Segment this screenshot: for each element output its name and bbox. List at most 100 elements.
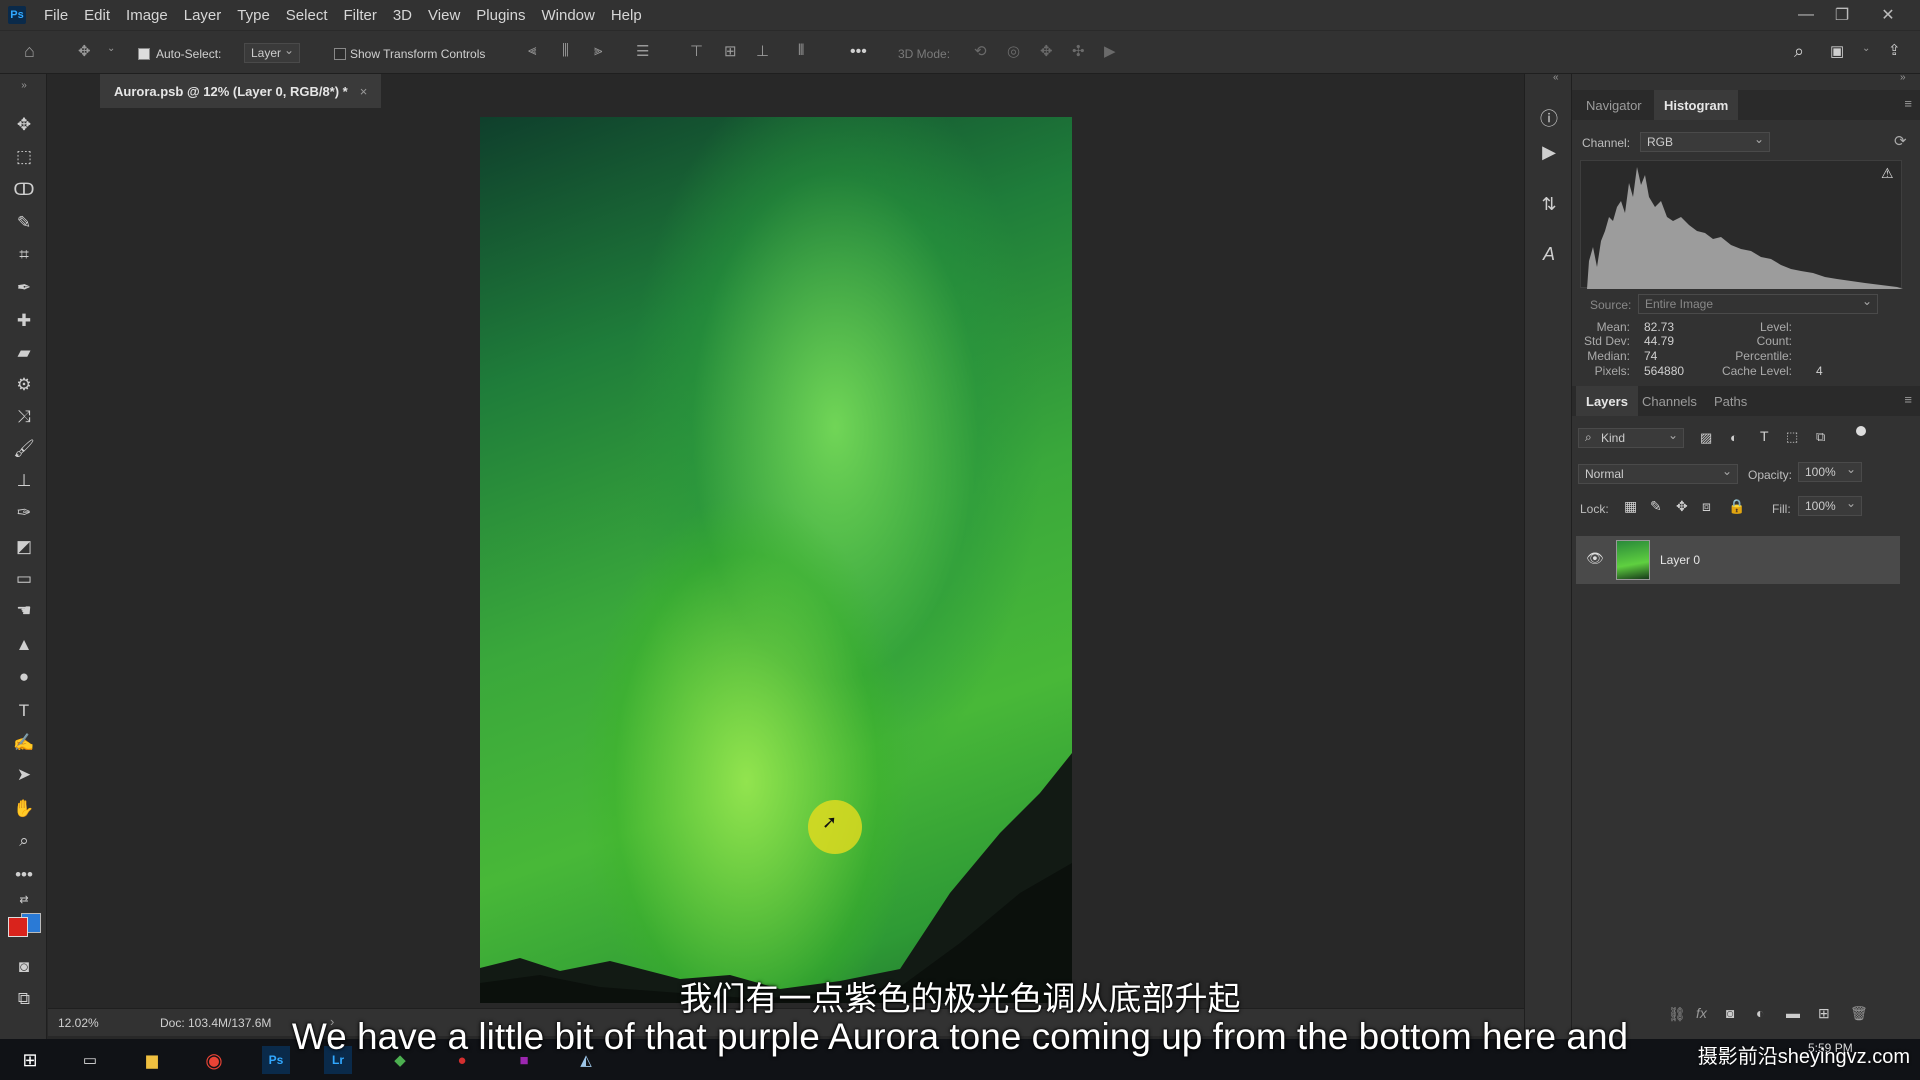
menu-filter[interactable]: Filter xyxy=(336,7,385,24)
tab-layers[interactable]: Layers xyxy=(1576,386,1638,416)
edit-toolbar-icon[interactable]: ••• xyxy=(10,862,38,888)
filter-pixel-icon[interactable]: ▨ xyxy=(1700,430,1712,446)
filter-adjustment-icon[interactable]: ◐ xyxy=(1730,430,1738,445)
chevron-down-icon[interactable]: ⌄ xyxy=(1862,43,1870,54)
lock-transparent-icon[interactable]: ▦ xyxy=(1624,498,1637,515)
align-middle-icon[interactable]: ⊞ xyxy=(724,42,737,60)
filter-shape-icon[interactable]: ⬚ xyxy=(1786,429,1798,445)
menu-view[interactable]: View xyxy=(420,7,468,24)
channel-dropdown[interactable]: RGB xyxy=(1640,132,1770,152)
distribute-vertical-icon[interactable]: ⫴ xyxy=(798,42,804,59)
smudge-tool-icon[interactable]: ☚ xyxy=(10,598,38,624)
minimize-button[interactable]: — xyxy=(1788,0,1824,30)
workspace-icon[interactable]: ▣ xyxy=(1830,42,1844,60)
tab-channels[interactable]: Channels xyxy=(1632,386,1707,416)
auto-select-checkbox[interactable] xyxy=(138,48,150,60)
character-icon[interactable]: A xyxy=(1537,242,1561,266)
brush-tool-icon[interactable]: 🖌 xyxy=(10,436,38,462)
dodge-tool-icon[interactable]: ● xyxy=(10,664,38,690)
filter-type-icon[interactable]: T xyxy=(1760,428,1769,444)
lock-artboard-icon[interactable]: ⧈ xyxy=(1702,498,1711,515)
properties-icon[interactable]: ⇅ xyxy=(1537,192,1561,216)
close-button[interactable]: ✕ xyxy=(1870,0,1906,30)
lock-position-icon[interactable]: ✥ xyxy=(1676,498,1688,515)
expand-icon[interactable]: « xyxy=(1553,72,1559,83)
lock-all-icon[interactable]: 🔒 xyxy=(1728,498,1745,515)
healing-brush-tool-icon[interactable]: ✚ xyxy=(10,308,38,334)
layer-name[interactable]: Layer 0 xyxy=(1660,553,1700,567)
actions-play-icon[interactable]: ▶ xyxy=(1537,140,1561,164)
chevron-down-icon[interactable]: ⌄ xyxy=(107,43,115,54)
blend-mode-dropdown[interactable]: Normal xyxy=(1578,464,1738,484)
3d-roll-icon[interactable]: ◎ xyxy=(1007,42,1020,60)
sharpen-tool-icon[interactable]: ▲ xyxy=(10,632,38,658)
distribute-icon[interactable]: ☰ xyxy=(636,42,649,60)
menu-layer[interactable]: Layer xyxy=(176,7,230,24)
menu-help[interactable]: Help xyxy=(603,7,650,24)
3d-orbit-icon[interactable]: ⟲ xyxy=(974,42,987,60)
crop-tool-icon[interactable]: ⌗ xyxy=(10,242,38,268)
eyedropper-tool-icon[interactable]: ✒ xyxy=(10,275,38,301)
share-icon[interactable]: ⇪ xyxy=(1888,41,1901,59)
panel-menu-icon[interactable]: ≡ xyxy=(1904,96,1912,111)
clone-stamp-tool-icon[interactable]: ⊥ xyxy=(10,468,38,494)
menu-file[interactable]: File xyxy=(36,7,76,24)
kind-filter-dropdown[interactable]: ⌕ Kind xyxy=(1578,428,1684,448)
3d-pan-icon[interactable]: ✥ xyxy=(1040,42,1053,60)
aurora-image[interactable] xyxy=(480,117,1072,1003)
pen-tool-icon[interactable]: ✍ xyxy=(10,730,38,756)
align-right-icon[interactable]: ⫸ xyxy=(594,42,602,59)
menu-select[interactable]: Select xyxy=(278,7,336,24)
move-tool-icon[interactable]: ✥ xyxy=(78,42,91,60)
foreground-color-swatch[interactable] xyxy=(8,917,28,937)
tab-navigator[interactable]: Navigator xyxy=(1576,90,1652,120)
align-center-icon[interactable]: ⫼ xyxy=(562,42,569,59)
search-icon[interactable]: ⌕ xyxy=(1794,41,1804,62)
menu-window[interactable]: Window xyxy=(533,7,602,24)
path-selection-tool-icon[interactable]: ➤ xyxy=(10,762,38,788)
menu-plugins[interactable]: Plugins xyxy=(468,7,533,24)
3d-slide-icon[interactable]: ✣ xyxy=(1072,42,1085,60)
menu-3d[interactable]: 3D xyxy=(385,7,420,24)
patch-tool-icon[interactable]: ▰ xyxy=(10,340,38,366)
warning-icon[interactable]: ⚠ xyxy=(1881,165,1894,182)
close-tab-icon[interactable]: × xyxy=(360,84,368,99)
move-tool-icon[interactable]: ✥ xyxy=(10,112,38,138)
opacity-input[interactable]: 100% xyxy=(1798,462,1862,482)
layer-row[interactable]: 👁 Layer 0 xyxy=(1576,536,1900,584)
hand-tool-icon[interactable]: ✋ xyxy=(10,796,38,822)
refresh-icon[interactable]: ⟳ xyxy=(1894,132,1907,150)
source-dropdown[interactable]: Entire Image xyxy=(1638,294,1878,314)
restore-button[interactable]: ❐ xyxy=(1824,0,1860,30)
filter-toggle-icon[interactable] xyxy=(1856,426,1866,436)
tab-histogram[interactable]: Histogram xyxy=(1654,90,1739,120)
swap-colors-icon[interactable]: ⇄ xyxy=(10,892,38,906)
history-brush-tool-icon[interactable]: ✑ xyxy=(10,500,38,526)
info-icon[interactable]: ⓘ xyxy=(1537,106,1561,130)
more-options-icon[interactable]: ••• xyxy=(850,43,867,61)
type-tool-icon[interactable]: T xyxy=(10,698,38,724)
content-aware-tool-icon[interactable]: ⚙ xyxy=(10,372,38,398)
menu-image[interactable]: Image xyxy=(118,7,176,24)
lock-paint-icon[interactable]: ✎ xyxy=(1650,498,1662,515)
zoom-tool-icon[interactable]: ⌕ xyxy=(10,828,38,854)
menu-edit[interactable]: Edit xyxy=(76,7,118,24)
filter-smart-object-icon[interactable]: ⧉ xyxy=(1816,429,1825,445)
marquee-tool-icon[interactable]: ⬚ xyxy=(10,144,38,170)
eye-icon[interactable]: 👁 xyxy=(1586,550,1604,567)
warp-tool-icon[interactable]: ⤨ xyxy=(10,404,38,430)
document-tab[interactable]: Aurora.psb @ 12% (Layer 0, RGB/8*) * × xyxy=(100,74,382,108)
tab-paths[interactable]: Paths xyxy=(1704,386,1757,416)
collapse-panels-icon[interactable]: » xyxy=(1900,72,1906,83)
3d-camera-icon[interactable]: ▶ xyxy=(1104,42,1116,60)
eraser-tool-icon[interactable]: ◩ xyxy=(10,534,38,560)
panel-menu-icon[interactable]: ≡ xyxy=(1904,392,1912,407)
home-icon[interactable]: ⌂ xyxy=(24,41,35,62)
align-left-icon[interactable]: ⫷ xyxy=(528,42,536,59)
align-bottom-icon[interactable]: ⊥ xyxy=(756,42,769,60)
align-top-icon[interactable]: ⊤ xyxy=(690,42,703,60)
collapse-icon[interactable]: » xyxy=(10,78,38,92)
gradient-tool-icon[interactable]: ▭ xyxy=(10,566,38,592)
lasso-tool-icon[interactable]: ↀ xyxy=(10,177,38,203)
auto-select-target-dropdown[interactable]: Layer xyxy=(244,43,301,63)
